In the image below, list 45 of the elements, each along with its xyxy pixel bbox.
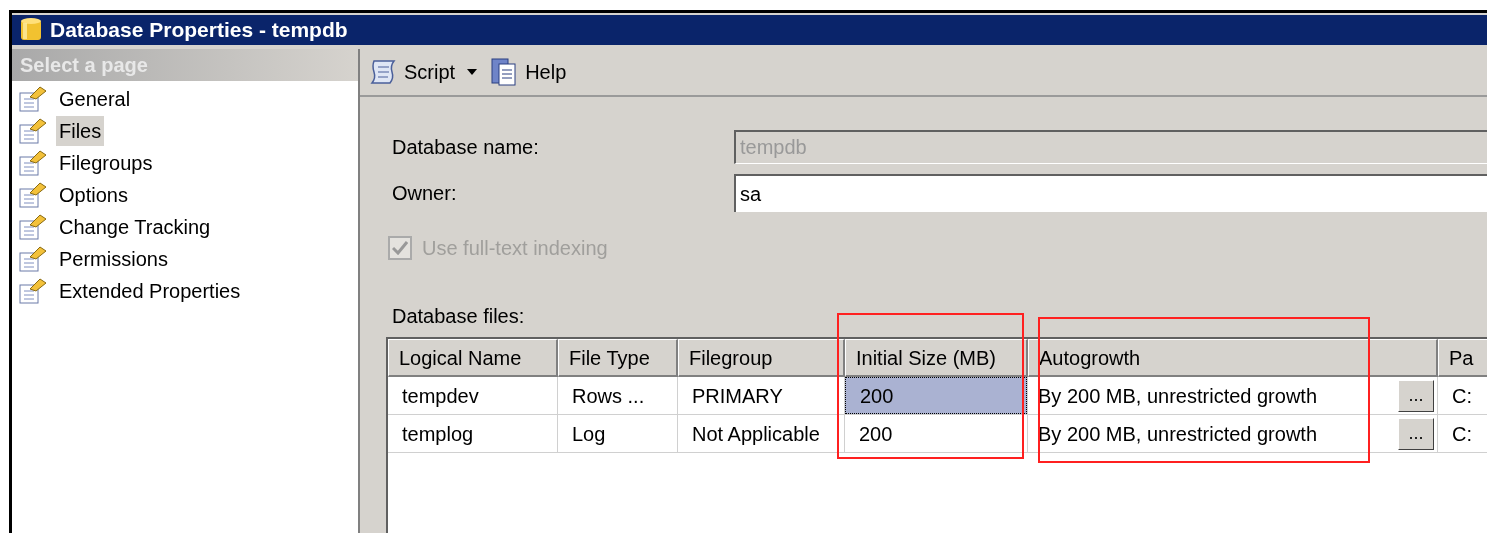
column-header[interactable]: File Type <box>558 339 678 377</box>
window-title: Database Properties - tempdb <box>50 17 348 44</box>
scroll-icon <box>368 58 398 86</box>
page-icon <box>18 277 48 305</box>
script-button[interactable]: Script <box>368 57 478 87</box>
page-icon <box>18 85 48 113</box>
sidebar-item[interactable]: Extended Properties <box>56 276 244 306</box>
column-header[interactable]: Logical Name <box>388 339 558 377</box>
page-icon <box>18 213 48 241</box>
sidebar-item[interactable]: Permissions <box>56 244 171 274</box>
caret-icon <box>467 69 478 75</box>
column-header[interactable]: Filegroup <box>678 339 845 377</box>
table-cell-text: templog <box>401 421 475 447</box>
table-cell: 200 <box>845 377 1027 414</box>
table-cell-text: C: <box>1451 421 1473 447</box>
table-cell-text: Rows ... <box>571 383 646 409</box>
check-icon <box>392 241 408 255</box>
column-header[interactable]: Autogrowth <box>1028 339 1438 377</box>
database-icon <box>20 17 42 43</box>
sidebar-item[interactable]: General <box>56 84 134 114</box>
browse-button[interactable]: ... <box>1398 417 1434 450</box>
sidebar-item[interactable]: Filegroups <box>56 148 156 178</box>
browse-button[interactable]: ... <box>1398 379 1434 412</box>
table-cell-text: C: <box>1451 383 1473 409</box>
page-icon <box>18 149 48 177</box>
sidebar-item[interactable]: Change Tracking <box>56 212 214 242</box>
table-cell-text: 200 <box>858 421 894 447</box>
page-icon <box>18 117 48 145</box>
sidebar-item[interactable]: Options <box>56 180 131 210</box>
table-cell-text: tempdev <box>401 383 480 409</box>
column-header[interactable]: Pa <box>1438 339 1487 377</box>
column-header[interactable]: Initial Size (MB) <box>845 339 1028 377</box>
table-cell-text: Log <box>571 421 607 447</box>
field-label: Owner: <box>392 181 458 206</box>
field-label: Database name: <box>392 135 540 160</box>
page-icon <box>18 245 48 273</box>
table-cell-text: Not Applicable <box>691 421 821 447</box>
help-button[interactable]: Help <box>489 57 567 87</box>
table-cell-text: By 200 MB, unrestricted growth <box>1037 383 1318 409</box>
input-field[interactable]: sa <box>734 174 1487 212</box>
table-cell-text: By 200 MB, unrestricted growth <box>1037 421 1318 447</box>
sidebar-item[interactable]: Files <box>56 116 105 146</box>
table-cell-text: PRIMARY <box>691 383 784 409</box>
page-icon <box>18 181 48 209</box>
section-label: Database files: <box>392 304 526 329</box>
